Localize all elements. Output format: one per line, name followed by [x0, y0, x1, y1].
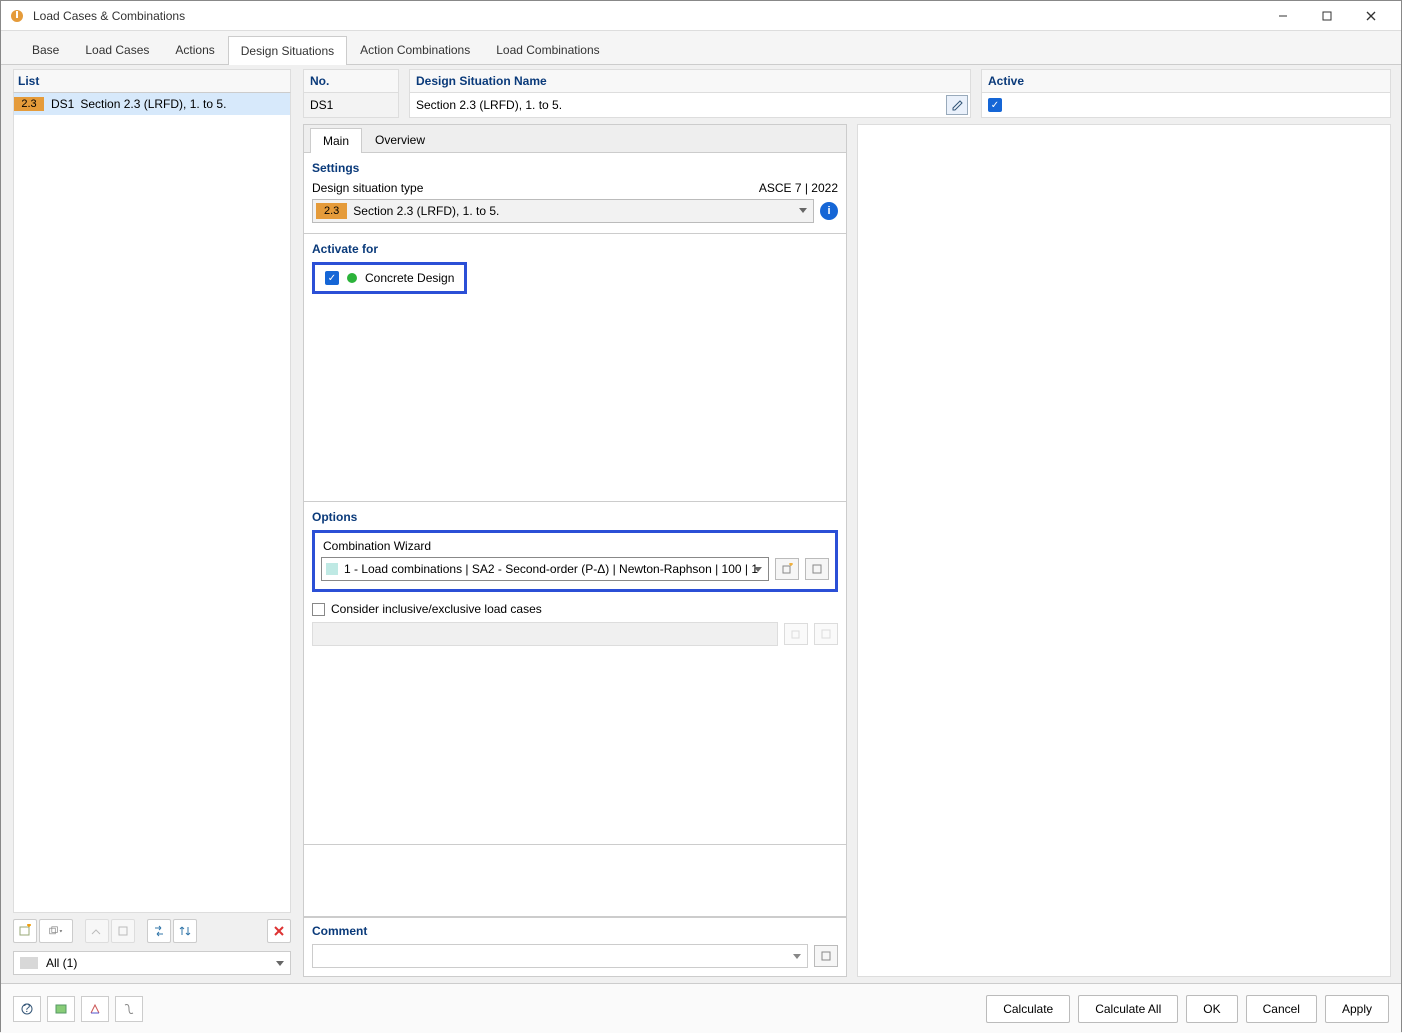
list-item-code: DS1 [51, 97, 74, 111]
nav-icon[interactable] [81, 996, 109, 1022]
filter-swatch-icon [20, 957, 38, 969]
chevron-down-icon [799, 208, 807, 213]
concrete-design-label: Concrete Design [365, 271, 454, 285]
svg-text:?: ? [24, 1002, 31, 1015]
name-field: Design Situation Name Section 2.3 (LRFD)… [409, 69, 971, 118]
options-title: Options [312, 510, 838, 524]
tab-base[interactable]: Base [19, 35, 72, 64]
no-value: DS1 [303, 92, 399, 118]
minimize-button[interactable] [1261, 2, 1305, 30]
consider-checkbox[interactable] [312, 603, 325, 616]
comment-title: Comment [312, 924, 838, 938]
no-label: No. [303, 69, 399, 92]
active-label: Active [981, 69, 1391, 92]
active-field: Active [981, 69, 1391, 118]
list-header: List [13, 69, 291, 93]
left-panel: List 2.3 DS1 Section 2.3 (LRFD), 1. to 5… [1, 65, 297, 983]
name-label: Design Situation Name [409, 69, 971, 92]
list-toolbar [13, 917, 291, 945]
chevron-down-icon [754, 567, 762, 572]
settings-panel: Settings Design situation type ASCE 7 | … [303, 152, 847, 234]
chevron-down-icon [793, 954, 801, 959]
titlebar: Load Cases & Combinations [1, 1, 1401, 31]
swap-icon[interactable] [147, 919, 171, 943]
apply-button[interactable]: Apply [1325, 995, 1389, 1023]
settings-title: Settings [312, 161, 838, 175]
consider-edit-icon [814, 623, 838, 645]
calculate-all-button[interactable]: Calculate All [1078, 995, 1178, 1023]
status-dot-icon [347, 273, 357, 283]
list-filter[interactable]: All (1) [13, 951, 291, 977]
tab-load-combinations[interactable]: Load Combinations [483, 35, 612, 64]
tab-load-cases[interactable]: Load Cases [72, 35, 162, 64]
cw-new-icon[interactable] [775, 558, 799, 580]
name-value-text: Section 2.3 (LRFD), 1. to 5. [416, 98, 562, 112]
combination-wizard-select[interactable]: 1 - Load combinations | SA2 - Second-ord… [321, 557, 769, 581]
consider-field-disabled [312, 622, 778, 646]
combination-wizard-value: 1 - Load combinations | SA2 - Second-ord… [344, 562, 758, 576]
copy-dropdown-icon[interactable] [39, 919, 73, 943]
activate-concrete-box: Concrete Design [312, 262, 467, 294]
consider-new-icon [784, 623, 808, 645]
cancel-button[interactable]: Cancel [1246, 995, 1317, 1023]
list-item[interactable]: 2.3 DS1 Section 2.3 (LRFD), 1. to 5. [14, 93, 290, 115]
window-title: Load Cases & Combinations [33, 9, 1261, 23]
ds-type-label: Design situation type [312, 181, 423, 195]
right-preview-panel [857, 124, 1391, 977]
active-checkbox[interactable] [988, 98, 1002, 112]
comment-panel: Comment [303, 917, 847, 977]
tab-design-situations[interactable]: Design Situations [228, 36, 347, 65]
units-icon[interactable] [47, 996, 75, 1022]
list-item-badge: 2.3 [14, 97, 44, 111]
maximize-button[interactable] [1305, 2, 1349, 30]
sub-tabstrip: Main Overview [303, 124, 847, 152]
cw-edit-icon[interactable] [805, 558, 829, 580]
ds-type-badge: 2.3 [316, 203, 347, 219]
script-icon[interactable] [115, 996, 143, 1022]
ds-type-select[interactable]: 2.3 Section 2.3 (LRFD), 1. to 5. [312, 199, 814, 223]
activate-title: Activate for [312, 242, 838, 256]
new-icon[interactable] [13, 919, 37, 943]
help-icon[interactable]: ? [13, 996, 41, 1022]
right-panel: No. DS1 Design Situation Name Section 2.… [297, 65, 1401, 983]
tab-action-combinations[interactable]: Action Combinations [347, 35, 483, 64]
name-input[interactable]: Section 2.3 (LRFD), 1. to 5. [409, 92, 971, 118]
combination-wizard-box: Combination Wizard 1 - Load combinations… [312, 530, 838, 592]
ds-type-value: Section 2.3 (LRFD), 1. to 5. [353, 204, 499, 218]
ok-button[interactable]: OK [1186, 995, 1237, 1023]
chevron-down-icon [276, 961, 284, 966]
no-field: No. DS1 [303, 69, 399, 118]
subtab-main[interactable]: Main [310, 128, 362, 153]
cw-swatch-icon [326, 563, 338, 575]
subtab-overview[interactable]: Overview [362, 127, 438, 152]
graphic-preview [303, 845, 847, 917]
comment-edit-icon[interactable] [814, 945, 838, 967]
edit-name-icon[interactable] [946, 95, 968, 115]
info-icon[interactable]: i [820, 202, 838, 220]
activate-panel: Activate for Concrete Design [303, 234, 847, 502]
consider-label: Consider inclusive/exclusive load cases [331, 602, 542, 616]
main-tabstrip: Base Load Cases Actions Design Situation… [1, 31, 1401, 65]
list-item-desc: Section 2.3 (LRFD), 1. to 5. [80, 97, 226, 111]
options-panel: Options Combination Wizard 1 - Load comb… [303, 502, 847, 845]
combination-wizard-label: Combination Wizard [323, 539, 829, 553]
comment-input[interactable] [312, 944, 808, 968]
ds-standard: ASCE 7 | 2022 [759, 181, 838, 195]
filter-value: All (1) [46, 956, 77, 970]
app-icon [9, 8, 25, 24]
calculate-button[interactable]: Calculate [986, 995, 1070, 1023]
footer: ? Calculate Calculate All OK Cancel Appl… [1, 983, 1401, 1033]
sort-icon[interactable] [173, 919, 197, 943]
situation-list[interactable]: 2.3 DS1 Section 2.3 (LRFD), 1. to 5. [13, 93, 291, 913]
close-button[interactable] [1349, 2, 1393, 30]
delete-icon[interactable] [267, 919, 291, 943]
tool1-icon[interactable] [85, 919, 109, 943]
tab-actions[interactable]: Actions [162, 35, 227, 64]
concrete-design-checkbox[interactable] [325, 271, 339, 285]
tool2-icon[interactable] [111, 919, 135, 943]
